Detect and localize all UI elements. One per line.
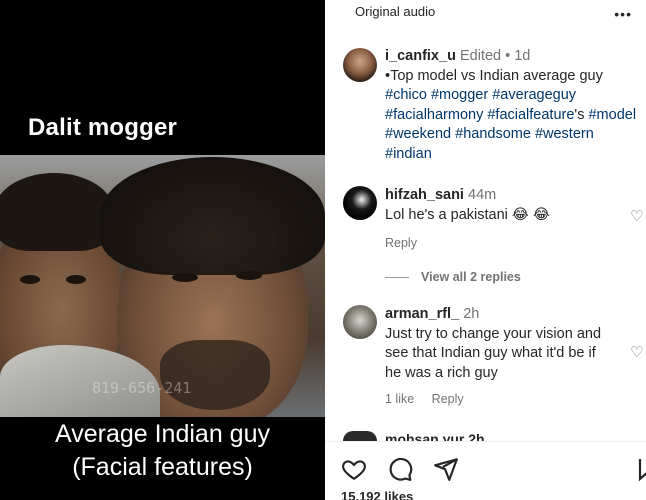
comment: arman_rfl_ 2h Just try to change your vi… (385, 306, 602, 381)
hashtag[interactable]: #model (588, 107, 636, 123)
hashtag[interactable]: #mogger (431, 87, 488, 103)
hashtag[interactable]: #facialharmony (385, 107, 483, 123)
instagram-post-view: Dalit mogger 819-656-241 Average Indian … (0, 0, 646, 500)
heart-icon[interactable]: ♡ (630, 345, 644, 360)
divider (325, 441, 646, 442)
video-stamp: 819-656-241 (92, 379, 192, 397)
hashtag[interactable]: #averageguy (492, 87, 576, 103)
comment-username[interactable]: arman_rfl_ (385, 306, 459, 322)
original-audio-link[interactable]: Original audio (355, 4, 435, 19)
hashtag[interactable]: #indian (385, 146, 432, 162)
comment-username: mohsan yur 2h (385, 431, 485, 441)
heart-icon[interactable] (341, 456, 367, 482)
reply-button[interactable]: Reply (385, 236, 417, 250)
post-username[interactable]: i_canfix_u (385, 48, 456, 64)
hashtag[interactable]: #weekend (385, 126, 451, 142)
hashtag[interactable]: #chico (385, 87, 427, 103)
media-caption-bottom: Average Indian guy (Facial features) (55, 420, 270, 481)
action-bar (341, 456, 459, 482)
post-caption: i_canfix_u Edited • 1d •Top model vs Ind… (385, 48, 637, 162)
likes-count[interactable]: 1 like (385, 392, 414, 406)
avatar[interactable] (343, 186, 377, 220)
share-icon[interactable] (433, 456, 459, 482)
comment-icon[interactable] (387, 456, 413, 482)
hashtag[interactable]: #handsome (455, 126, 531, 142)
view-replies-button[interactable]: View all 2 replies (385, 270, 521, 284)
reply-button[interactable]: Reply (432, 392, 464, 406)
avatar[interactable] (343, 305, 377, 339)
like-count[interactable]: 15,192 likes (341, 490, 413, 500)
media-photo: 819-656-241 (0, 155, 325, 417)
comments-panel: Original audio ••• i_canfix_u Edited • 1… (325, 0, 646, 500)
hashtag[interactable]: #western (535, 126, 594, 142)
post-media[interactable]: Dalit mogger 819-656-241 Average Indian … (0, 0, 325, 500)
heart-icon[interactable]: ♡ (630, 209, 644, 224)
more-icon[interactable]: ••• (614, 6, 632, 22)
hashtag[interactable]: #facialfeature (487, 107, 574, 123)
bookmark-icon[interactable] (638, 456, 646, 482)
media-caption-top: Dalit mogger (28, 114, 178, 141)
comment-username[interactable]: hifzah_sani (385, 187, 464, 203)
comment: hifzah_sani 44m Lol he's a pakistani 😂 😂 (385, 186, 640, 225)
avatar[interactable] (343, 431, 377, 441)
avatar[interactable] (343, 48, 377, 82)
comment-text: Lol he's a pakistani 😂 😂 (385, 206, 550, 223)
